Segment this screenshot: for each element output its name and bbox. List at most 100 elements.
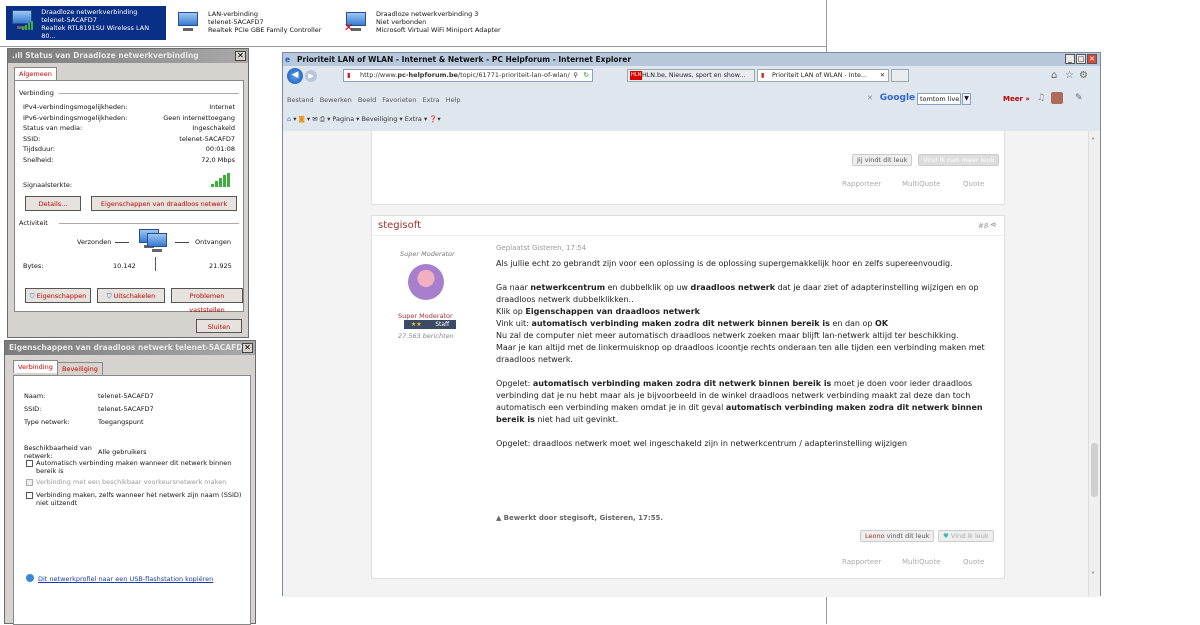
- close-tab-icon[interactable]: ✕: [880, 70, 885, 81]
- mail-icon[interactable]: ✉: [312, 115, 317, 123]
- more-button[interactable]: Meer »: [1003, 95, 1030, 103]
- search-dropdown-icon[interactable]: ▼: [962, 93, 971, 105]
- dialog-title: .ıll Status van Draadloze netwerkverbind…: [8, 49, 248, 63]
- multiquote-link[interactable]: MultiQuote: [902, 180, 940, 188]
- preferred-network-label: Verbinding met een beschikbaar voorkeurs…: [36, 478, 227, 486]
- quote-link[interactable]: Quote: [963, 558, 984, 566]
- property-value: Toegangspunt: [98, 418, 144, 426]
- report-link[interactable]: Rapporteer: [842, 180, 881, 188]
- likes-indicator[interactable]: Leono vindt dit leuk: [860, 530, 935, 542]
- wireless-properties-dialog: Eigenschappen van draadloos netwerk tele…: [4, 340, 256, 625]
- vertical-scrollbar[interactable]: ˄ ˅: [1088, 131, 1100, 597]
- diagnose-button[interactable]: Problemen vaststellen: [171, 288, 243, 314]
- post-body: Als jullie echt zo gebrandt zijn voor ee…: [496, 258, 992, 450]
- shield-icon: ⛉: [106, 292, 112, 300]
- back-button[interactable]: ◀: [287, 68, 303, 84]
- status-value: Internet: [209, 103, 235, 111]
- tab-verbinding[interactable]: Verbinding: [13, 360, 58, 373]
- maximize-icon[interactable]: □: [1076, 54, 1086, 64]
- author-post-count: 27.563 berichten: [398, 332, 454, 340]
- post-paragraph: Nu zal de computer niet meer automatisch…: [496, 331, 959, 340]
- report-link[interactable]: Rapporteer: [842, 558, 881, 566]
- connection-wireless[interactable]: Draadloze netwerkverbinding telenet-5ACAF…: [6, 6, 166, 40]
- rss-icon[interactable]: ◙: [299, 115, 305, 123]
- bytes-label: Bytes:: [23, 262, 44, 270]
- tab-beveiliging[interactable]: Beveiliging: [57, 362, 103, 375]
- refresh-icon[interactable]: ↻: [584, 70, 589, 81]
- quote-link[interactable]: Quote: [963, 180, 984, 188]
- post-paragraph: Als jullie echt zo gebrandt zijn voor ee…: [496, 259, 953, 268]
- unlike-button[interactable]: Vind ik niet meer leuk: [918, 154, 1000, 166]
- share-icon[interactable]: ⋖: [990, 220, 997, 229]
- tab-hln[interactable]: HLN HLN.be, Nieuws, sport en show...: [627, 69, 755, 82]
- minimize-icon[interactable]: _: [1065, 54, 1075, 64]
- multiquote-link[interactable]: MultiQuote: [902, 558, 940, 566]
- close-icon[interactable]: ✕: [242, 343, 253, 353]
- site-favicon: ▮: [761, 72, 765, 79]
- like-button[interactable]: ♥ Vind ik leuk: [938, 530, 994, 542]
- auto-connect-checkbox[interactable]: [26, 460, 33, 467]
- google-toolbar: ✕ Google: [867, 93, 915, 103]
- properties-button[interactable]: ⛉ Eigenschappen: [25, 288, 91, 303]
- connection-wireless-3[interactable]: ✕ Draadloze netwerkverbinding 3 Niet verb…: [344, 10, 501, 44]
- tab-algemeen[interactable]: Algemeen: [14, 67, 57, 80]
- copy-profile-usb-link[interactable]: Dit netwerkprofiel naar een USB-flashsta…: [38, 575, 213, 583]
- bell-icon[interactable]: ♫: [1037, 93, 1045, 103]
- post-paragraph: Opgelet: automatisch verbinding maken zo…: [496, 379, 983, 424]
- wrench-icon[interactable]: ✎: [1075, 93, 1083, 103]
- wireless-properties-button[interactable]: Eigenschappen van draadloos netwerk: [91, 196, 237, 211]
- forward-button[interactable]: ▶: [305, 70, 317, 82]
- hln-icon: HLN: [630, 71, 643, 80]
- signal-strength-icon: [211, 173, 231, 187]
- post-paragraph: Maar je kan altijd met de linkermuisknop…: [496, 343, 985, 364]
- connection-adapter: Realtek PCIe GBE Family Controller: [208, 26, 322, 34]
- hidden-ssid-checkbox[interactable]: [26, 492, 33, 499]
- tab-current[interactable]: ▮ Prioriteit LAN of WLAN - Inte... ✕: [757, 69, 889, 82]
- browser-window: e Prioriteit LAN of WLAN - Internet & Net…: [282, 52, 1101, 597]
- search-icon[interactable]: ⚲: [573, 70, 578, 81]
- warning-icon: ▲: [496, 514, 502, 522]
- favorites-icon[interactable]: ☆: [1065, 70, 1074, 81]
- scroll-down-icon[interactable]: ˅: [1091, 571, 1095, 580]
- edited-note: ▲ Bewerkt door stegisoft, Gisteren, 17:5…: [496, 514, 664, 522]
- home-icon[interactable]: ⌂: [287, 115, 291, 123]
- status-value: 72,0 Mbps: [201, 155, 235, 164]
- status-value: 00:01:08: [205, 145, 235, 153]
- browser-title-bar: e Prioriteit LAN of WLAN - Internet & Net…: [283, 53, 1100, 66]
- disable-button[interactable]: ⛉ Uitschakelen: [97, 288, 165, 303]
- scrollbar-thumb[interactable]: [1091, 443, 1098, 497]
- bytes-received: 21.925: [209, 262, 232, 270]
- tools-gear-icon[interactable]: ⚙: [1079, 70, 1088, 81]
- help-icon[interactable]: ❓: [429, 115, 437, 123]
- group-activity: Activiteit: [19, 219, 238, 227]
- details-button[interactable]: Details...: [25, 196, 81, 211]
- address-bar[interactable]: ▮ http://www.pc-helpforum.be/topic/61771-…: [343, 69, 593, 82]
- connection-adapter: Microsoft Virtual WiFi Miniport Adapter: [376, 26, 501, 34]
- avatar[interactable]: [1051, 92, 1063, 104]
- home-icon[interactable]: ⌂: [1051, 70, 1057, 81]
- author-role-label: Super Moderator: [398, 312, 453, 320]
- post-author[interactable]: stegisoft: [378, 220, 421, 231]
- post-number[interactable]: #8: [978, 222, 988, 230]
- status-key: Tijdsduur:: [23, 145, 56, 153]
- connection-lan[interactable]: LAN-verbinding telenet-5ACAFD7 Realtek PCI…: [176, 10, 321, 44]
- availability-label: Beschikbaarheid van netwerk:: [24, 444, 92, 460]
- print-icon[interactable]: ⎙: [320, 115, 325, 123]
- google-search-input[interactable]: tomtom live: [917, 93, 961, 105]
- scroll-up-icon[interactable]: ˄: [1091, 137, 1095, 146]
- close-icon[interactable]: ✕: [1087, 54, 1097, 64]
- activity-separator: [155, 257, 156, 271]
- menu-bar[interactable]: Bestand Bewerken Beeld Favorieten Extra …: [287, 96, 461, 104]
- hidden-ssid-label: Verbinding maken, zelfs wanneer het netw…: [36, 491, 242, 507]
- you-like-this-button[interactable]: Jij vindt dit leuk: [852, 154, 913, 166]
- activity-line: [175, 242, 189, 243]
- status-key: IPv6-verbindingsmogelijkheden:: [23, 113, 128, 122]
- new-tab-button[interactable]: [891, 69, 909, 82]
- close-button[interactable]: Sluiten: [196, 319, 242, 333]
- property-value: telenet-5ACAFD7: [98, 405, 154, 413]
- close-icon[interactable]: ✕: [867, 94, 873, 102]
- command-bar: ⌂ ▾ ◙ ▾ ✉ ⎙ ▾ Pagina ▾ Beveiliging ▾ Ext…: [287, 115, 441, 123]
- close-icon[interactable]: ✕: [235, 51, 246, 61]
- preferred-network-checkbox: [26, 479, 33, 486]
- previous-post: Jij vindt dit leuk Vind ik niet meer leu…: [371, 131, 1005, 205]
